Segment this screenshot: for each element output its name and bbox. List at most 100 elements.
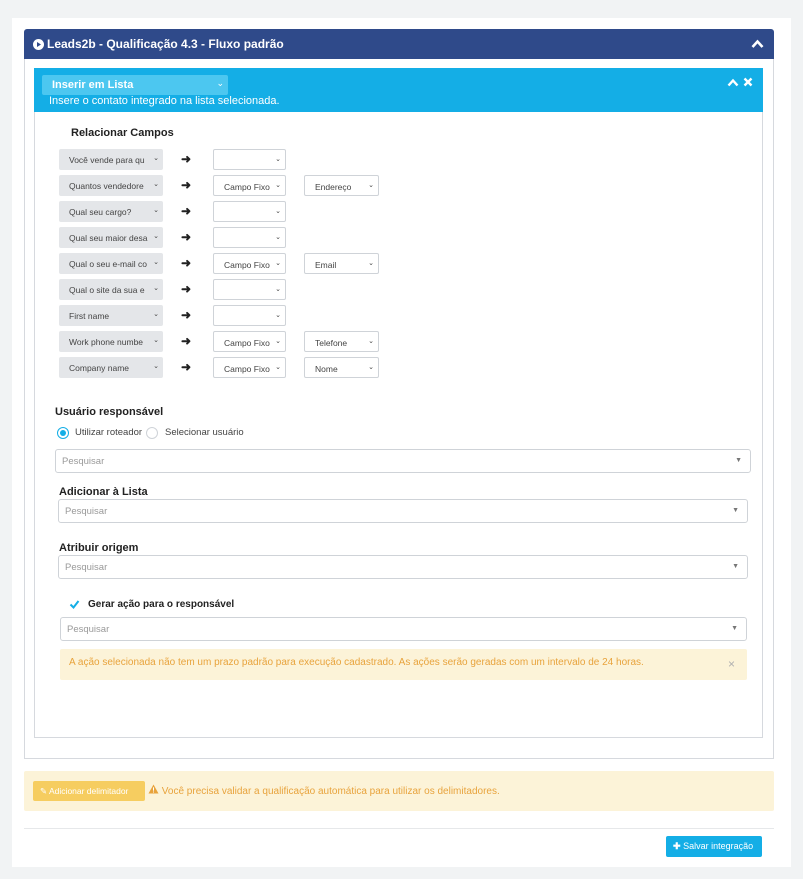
source-field-select[interactable]: Você vende para qu ⌄ — [59, 149, 163, 170]
caret-down-icon: ▼ — [732, 507, 739, 514]
responsible-search-placeholder: Pesquisar — [62, 456, 105, 467]
chevron-down-icon: ⌄ — [151, 232, 159, 240]
chevron-down-icon: ⌄ — [216, 78, 224, 88]
radio-select-user-label: Selecionar usuário — [165, 427, 244, 438]
chevron-down-icon: ⌄ — [368, 364, 374, 371]
source-field-label: Qual seu cargo? — [69, 207, 132, 217]
radio-use-router-label: Utilizar roteador — [75, 427, 143, 438]
target-field-label: Endereço — [315, 182, 352, 192]
delimiter-warning-text: Você precisa validar a qualificação auto… — [161, 786, 500, 797]
radio-select-user[interactable] — [146, 427, 158, 439]
save-integration-label: Salvar integração — [683, 841, 754, 851]
target-type-select[interactable]: ⌄ — [213, 305, 286, 326]
arrow-right-icon: ➜ — [181, 230, 192, 244]
close-icon[interactable]: × — [728, 657, 735, 671]
action-deadline-warning-text: A ação selecionada não tem um prazo padr… — [69, 657, 644, 668]
target-field-select[interactable]: Endereço ⌄ — [304, 175, 379, 196]
add-to-list-title: Adicionar à Lista — [59, 486, 148, 498]
responsible-user-title: Usuário responsável — [55, 406, 164, 418]
chevron-down-icon: ⌄ — [151, 362, 159, 370]
collapse-step-icon[interactable] — [727, 74, 739, 92]
chevron-down-icon: ⌄ — [275, 312, 281, 319]
chevron-down-icon: ⌄ — [151, 154, 159, 162]
target-field-label: Email — [315, 260, 337, 270]
arrow-right-icon: ➜ — [181, 360, 192, 374]
source-field-select[interactable]: Qual o site da sua e ⌄ — [59, 279, 163, 300]
chevron-down-icon: ⌄ — [275, 208, 281, 215]
target-type-label: Campo Fixo — [224, 182, 270, 192]
arrow-right-icon: ➜ — [181, 308, 192, 322]
delimiter-warning: Você precisa validar a qualificação auto… — [148, 784, 500, 797]
collapse-panel-icon[interactable] — [751, 38, 764, 52]
save-integration-button[interactable]: ✚ Salvar integração — [666, 836, 762, 857]
chevron-down-icon: ⌄ — [275, 338, 281, 345]
chevron-down-icon: ⌄ — [151, 284, 159, 292]
origin-search-placeholder: Pesquisar — [65, 562, 108, 573]
action-search-select[interactable]: Pesquisar ▼ — [60, 617, 747, 641]
panel-title: Leads2b - Qualificação 4.3 - Fluxo padrã… — [47, 37, 284, 51]
chevron-down-icon: ⌄ — [275, 260, 281, 267]
chevron-down-icon: ⌄ — [368, 260, 374, 267]
chevron-down-icon: ⌄ — [275, 182, 281, 189]
chevron-down-icon: ⌄ — [368, 182, 374, 189]
chevron-down-icon: ⌄ — [275, 364, 281, 371]
source-field-select[interactable]: Qual seu cargo? ⌄ — [59, 201, 163, 222]
target-type-select[interactable]: ⌄ — [213, 227, 286, 248]
arrow-right-icon: ➜ — [181, 282, 192, 296]
chevron-down-icon: ⌄ — [368, 338, 374, 345]
target-type-label: Campo Fixo — [224, 260, 270, 270]
target-field-select[interactable]: Telefone ⌄ — [304, 331, 379, 352]
generate-action-checkbox[interactable] — [69, 599, 81, 611]
responsible-search-select[interactable]: Pesquisar ▼ — [55, 449, 751, 473]
target-type-select[interactable]: Campo Fixo ⌄ — [213, 253, 286, 274]
caret-down-icon: ▼ — [731, 625, 738, 632]
step-type-select[interactable]: Inserir em Lista ⌄ — [42, 75, 228, 95]
integration-panel-header[interactable]: Leads2b - Qualificação 4.3 - Fluxo padrã… — [24, 29, 774, 59]
chevron-down-icon: ⌄ — [275, 234, 281, 241]
source-field-label: Qual seu maior desa — [69, 233, 148, 243]
target-field-label: Telefone — [315, 338, 348, 348]
arrow-right-icon: ➜ — [181, 334, 192, 348]
play-icon — [33, 38, 44, 50]
target-type-select[interactable]: ⌄ — [213, 201, 286, 222]
target-type-select[interactable]: ⌄ — [213, 149, 286, 170]
chevron-down-icon: ⌄ — [151, 258, 159, 266]
action-deadline-warning: A ação selecionada não tem um prazo padr… — [60, 649, 747, 680]
assign-origin-title: Atribuir origem — [59, 542, 139, 554]
target-field-select[interactable]: Nome ⌄ — [304, 357, 379, 378]
source-field-select[interactable]: Qual o seu e-mail co ⌄ — [59, 253, 163, 274]
origin-search-select[interactable]: Pesquisar ▼ — [58, 555, 748, 579]
arrow-right-icon: ➜ — [181, 178, 192, 192]
caret-down-icon: ▼ — [735, 457, 742, 464]
source-field-select[interactable]: Company name ⌄ — [59, 357, 163, 378]
list-search-placeholder: Pesquisar — [65, 506, 108, 517]
divider — [24, 828, 774, 829]
radio-use-router[interactable] — [57, 427, 69, 439]
close-step-icon[interactable] — [743, 74, 753, 92]
target-type-select[interactable]: Campo Fixo ⌄ — [213, 331, 286, 352]
source-field-label: Quantos vendedore — [69, 181, 144, 191]
source-field-label: Qual o site da sua e — [69, 285, 145, 295]
source-field-select[interactable]: Quantos vendedore ⌄ — [59, 175, 163, 196]
list-search-select[interactable]: Pesquisar ▼ — [58, 499, 748, 523]
add-delimiter-button[interactable]: ✎ Adicionar delimitador — [33, 781, 145, 801]
target-field-select[interactable]: Email ⌄ — [304, 253, 379, 274]
source-field-label: First name — [69, 311, 110, 321]
target-type-select[interactable]: Campo Fixo ⌄ — [213, 175, 286, 196]
step-type-label: Inserir em Lista — [52, 79, 134, 91]
target-type-select[interactable]: ⌄ — [213, 279, 286, 300]
target-type-select[interactable]: Campo Fixo ⌄ — [213, 357, 286, 378]
source-field-label: Work phone numbe — [69, 337, 144, 347]
source-field-select[interactable]: First name ⌄ — [59, 305, 163, 326]
generate-action-label: Gerar ação para o responsável — [88, 599, 235, 610]
target-type-label: Campo Fixo — [224, 364, 270, 374]
action-search-placeholder: Pesquisar — [67, 624, 110, 635]
arrow-right-icon: ➜ — [181, 152, 192, 166]
chevron-down-icon: ⌄ — [151, 310, 159, 318]
chevron-down-icon: ⌄ — [275, 286, 281, 293]
chevron-down-icon: ⌄ — [151, 180, 159, 188]
arrow-right-icon: ➜ — [181, 204, 192, 218]
source-field-label: Company name — [69, 363, 130, 373]
source-field-select[interactable]: Work phone numbe ⌄ — [59, 331, 163, 352]
source-field-select[interactable]: Qual seu maior desa ⌄ — [59, 227, 163, 248]
